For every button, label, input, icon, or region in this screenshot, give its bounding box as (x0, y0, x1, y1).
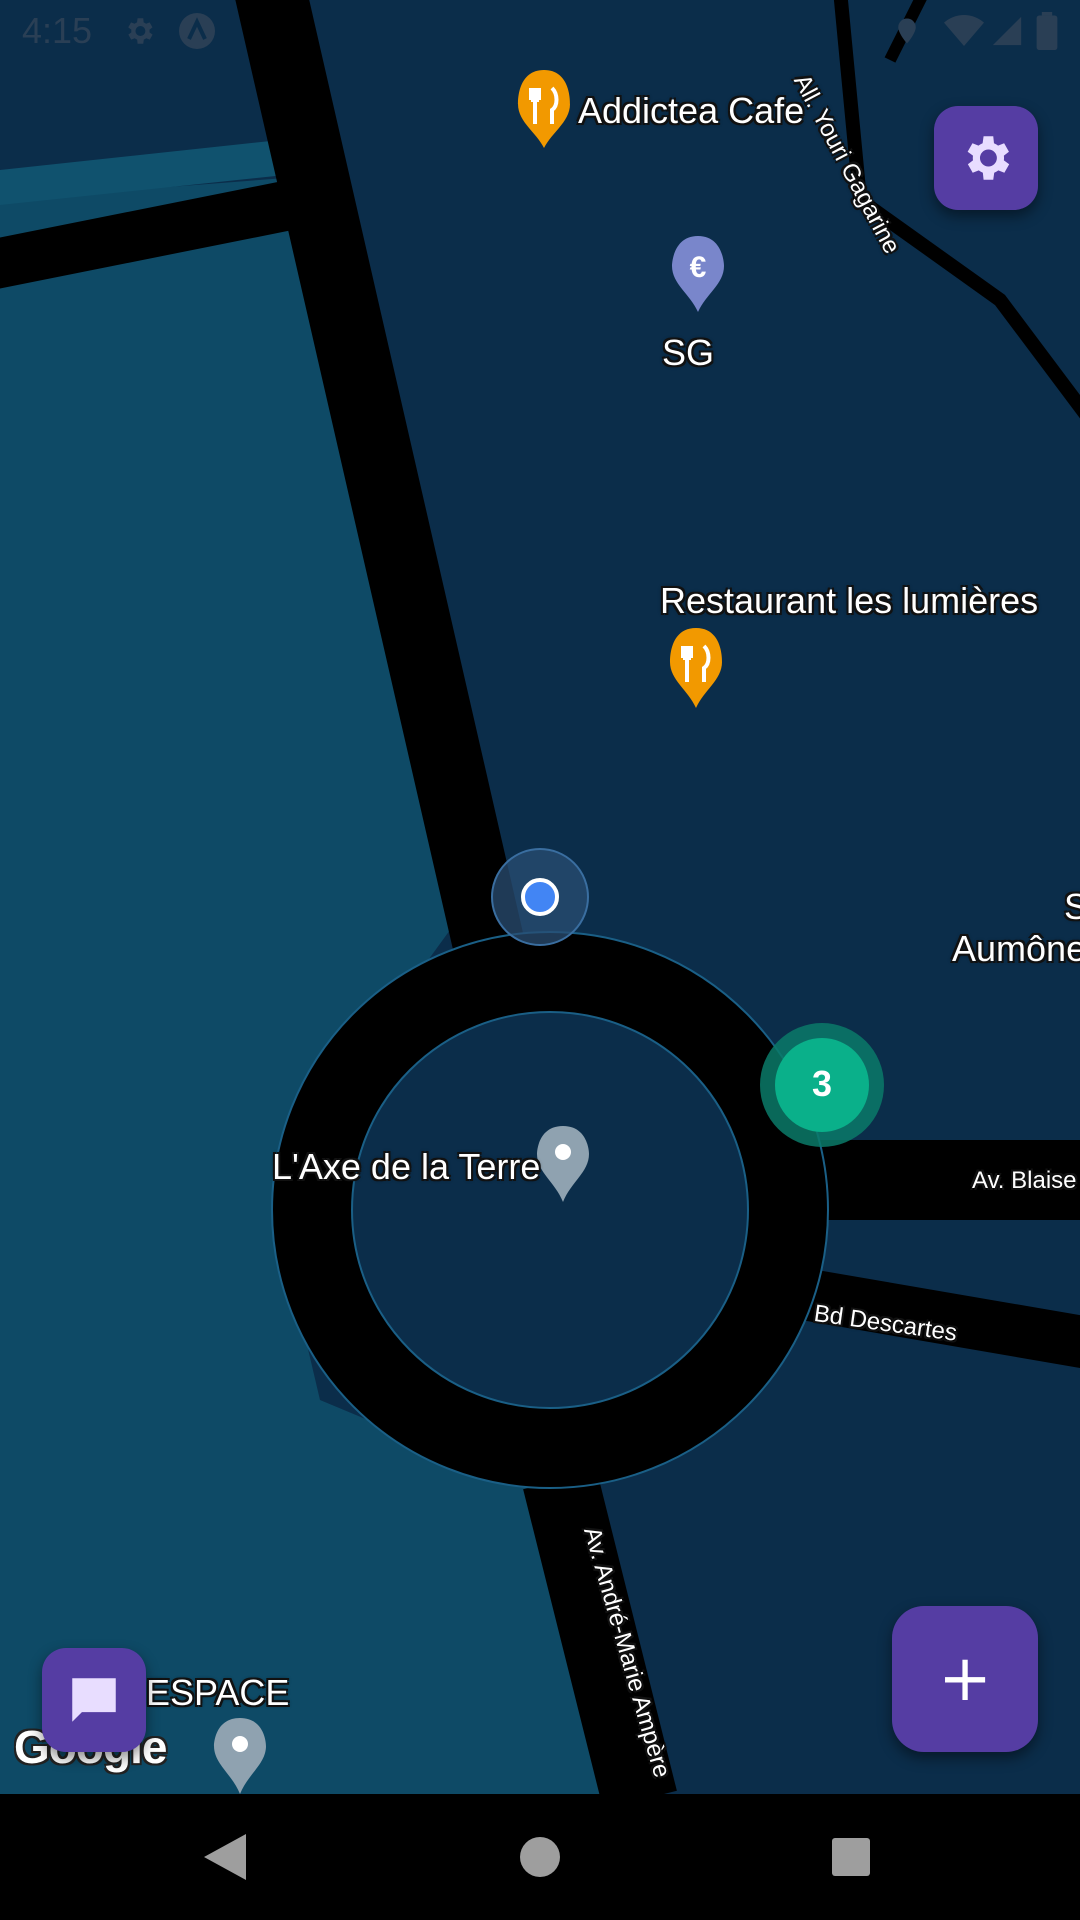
location-icon (898, 18, 916, 44)
poi-label-restaurant-les-lumieres[interactable]: Restaurant les lumières (660, 580, 1038, 622)
street-label-av-blaise: Av. Blaise (972, 1167, 1077, 1194)
wifi-icon (944, 15, 984, 46)
poi-label-espace[interactable]: ESPACE (146, 1672, 289, 1714)
settings-icon (967, 136, 1010, 180)
gear-icon (128, 18, 153, 44)
roundabout-center (351, 1011, 749, 1409)
home-button[interactable] (507, 1824, 573, 1890)
a-logo-icon (179, 13, 215, 49)
my-location-indicator (491, 848, 589, 946)
cluster-count: 3 (811, 1063, 833, 1104)
svg-text:€: € (690, 251, 707, 284)
recents-button[interactable] (818, 1824, 884, 1890)
poi-label-s[interactable]: S (1064, 886, 1080, 928)
add-icon: + (938, 1642, 992, 1716)
poi-label-aumone[interactable]: Aumône (952, 928, 1080, 970)
recents-icon (832, 1838, 870, 1876)
status-time: 4:15 (22, 10, 93, 51)
home-icon (520, 1837, 560, 1877)
status-bar: 4:15 (0, 0, 1080, 62)
add-button[interactable]: + (892, 1606, 1038, 1752)
navigation-bar (0, 1794, 1080, 1920)
map-view[interactable]: € (0, 0, 1080, 1794)
signal-icon (992, 16, 1022, 46)
poi-label-addictea-cafe[interactable]: Addictea Cafe (578, 90, 804, 132)
chat-button[interactable] (42, 1648, 146, 1752)
poi-label-axe-de-la-terre[interactable]: L'Axe de la Terre (272, 1146, 540, 1188)
settings-button[interactable] (934, 106, 1038, 210)
back-button[interactable] (192, 1824, 258, 1890)
poi-label-sg[interactable]: SG (662, 332, 714, 374)
back-icon (204, 1834, 246, 1880)
chat-icon (72, 1678, 116, 1722)
battery-icon (1036, 12, 1058, 50)
